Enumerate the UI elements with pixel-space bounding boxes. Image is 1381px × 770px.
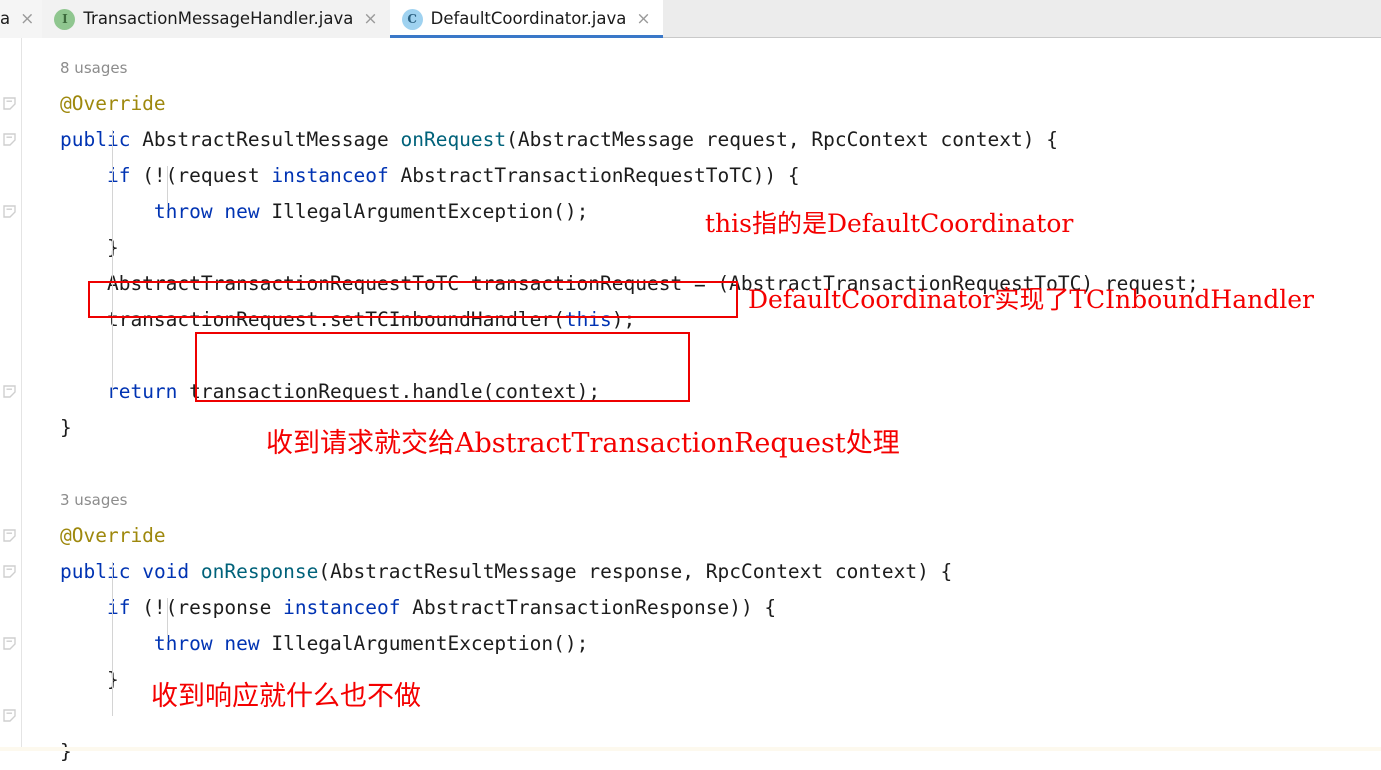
code-line: throw new IllegalArgumentException(); (60, 626, 588, 662)
code-line: if (!(request instanceof AbstractTransac… (60, 158, 800, 194)
code-token: if (107, 164, 130, 187)
indent-guide (112, 562, 113, 716)
code-token (60, 596, 107, 619)
note-request-delegated: 收到请求就交给AbstractTransactionRequest处理 (266, 430, 900, 457)
code-token: transactionRequest.handle(context); (177, 380, 600, 403)
code-token: (AbstractMessage request, RpcContext con… (506, 128, 1058, 151)
note-this-refers-to: this指的是DefaultCoordinator (705, 211, 1073, 236)
code-token (189, 560, 201, 583)
code-line: @Override (60, 518, 166, 554)
code-token: instanceof (271, 164, 388, 187)
code-token: if (107, 596, 130, 619)
code-token: public (60, 560, 130, 583)
code-fold-marker[interactable] (3, 97, 18, 112)
code-editor[interactable]: 8 usages @Override public AbstractResultMe… (0, 38, 1381, 751)
code-fold-marker[interactable] (3, 385, 18, 400)
editor-tab-label: TransactionMessageHandler.java (83, 11, 353, 28)
code-token: void (142, 560, 189, 583)
editor-gutter[interactable] (0, 38, 22, 751)
editor-tab-bar: a×ITransactionMessageHandler.java×CDefau… (0, 0, 1381, 38)
code-line: transactionRequest.setTCInboundHandler(t… (60, 302, 635, 338)
code-fold-marker[interactable] (3, 529, 18, 544)
code-line: } (60, 662, 119, 698)
code-token: AbstractTransactionResponse)) { (400, 596, 776, 619)
indent-guide (167, 166, 168, 210)
code-line: return transactionRequest.handle(context… (60, 374, 600, 410)
code-token: } (60, 416, 72, 439)
code-token (60, 380, 107, 403)
code-token: IllegalArgumentException(); (260, 632, 589, 655)
code-token: throw (154, 632, 213, 655)
close-icon[interactable]: × (361, 11, 379, 28)
editor-tab-2[interactable]: I TransactionMessageHandler.java × (42, 0, 389, 38)
editor-tab-label: a (0, 11, 10, 28)
code-token: instanceof (283, 596, 400, 619)
code-token (60, 200, 154, 223)
code-token: IllegalArgumentException(); (260, 200, 589, 223)
code-line: throw new IllegalArgumentException(); (60, 194, 588, 230)
code-token: (AbstractResultMessage response, RpcCont… (318, 560, 952, 583)
code-line: } (60, 410, 72, 446)
note-response-noop: 收到响应就什么也不做 (151, 683, 421, 710)
code-token: new (224, 632, 259, 655)
code-token: @Override (60, 524, 166, 547)
code-content[interactable]: 8 usages @Override public AbstractResultMe… (22, 38, 1381, 751)
code-token (213, 200, 225, 223)
code-token: new (224, 200, 259, 223)
code-token: onRequest (400, 128, 506, 151)
code-line: public AbstractResultMessage onRequest(A… (60, 122, 1058, 158)
code-token: } (60, 236, 119, 259)
close-icon[interactable]: × (18, 11, 36, 28)
code-token: this (565, 308, 612, 331)
code-token: return (107, 380, 177, 403)
code-token: } (60, 668, 119, 691)
editor-tab-3[interactable]: C DefaultCoordinator.java × (390, 0, 663, 38)
code-fold-marker[interactable] (3, 637, 18, 652)
code-token (60, 164, 107, 187)
bottom-strip (0, 747, 1381, 751)
close-icon[interactable]: × (634, 11, 652, 28)
code-fold-marker[interactable] (3, 133, 18, 148)
editor-tab-1[interactable]: a× (0, 0, 42, 38)
code-fold-marker[interactable] (3, 205, 18, 220)
code-token (213, 632, 225, 655)
code-token: ); (612, 308, 635, 331)
code-token: (!(response (130, 596, 283, 619)
code-token: transactionRequest.setTCInboundHandler( (60, 308, 565, 331)
interface-icon: I (54, 9, 75, 30)
code-token (130, 560, 142, 583)
class-icon: C (402, 9, 423, 30)
code-token: AbstractResultMessage (130, 128, 400, 151)
code-line: @Override (60, 86, 166, 122)
code-fold-marker[interactable] (3, 709, 18, 724)
code-token: (!(request (130, 164, 271, 187)
editor-tab-label: DefaultCoordinator.java (431, 11, 627, 28)
usages-hint: 3 usages (60, 482, 127, 518)
indent-guide (112, 130, 113, 392)
code-token: onResponse (201, 560, 318, 583)
code-line: public void onResponse(AbstractResultMes… (60, 554, 952, 590)
code-fold-marker[interactable] (3, 565, 18, 580)
usages-hint: 8 usages (60, 50, 127, 86)
code-token: AbstractTransactionRequestToTC)) { (389, 164, 800, 187)
code-line: } (60, 230, 119, 266)
code-token: } (60, 740, 72, 763)
note-implements-tcinboundhandler: DefaultCoordinator实现了TCInboundHandler (748, 287, 1314, 312)
code-token: public (60, 128, 130, 151)
code-line: } (60, 734, 72, 770)
code-token: throw (154, 200, 213, 223)
code-token: @Override (60, 92, 166, 115)
indent-guide (167, 598, 168, 642)
code-token (60, 632, 154, 655)
